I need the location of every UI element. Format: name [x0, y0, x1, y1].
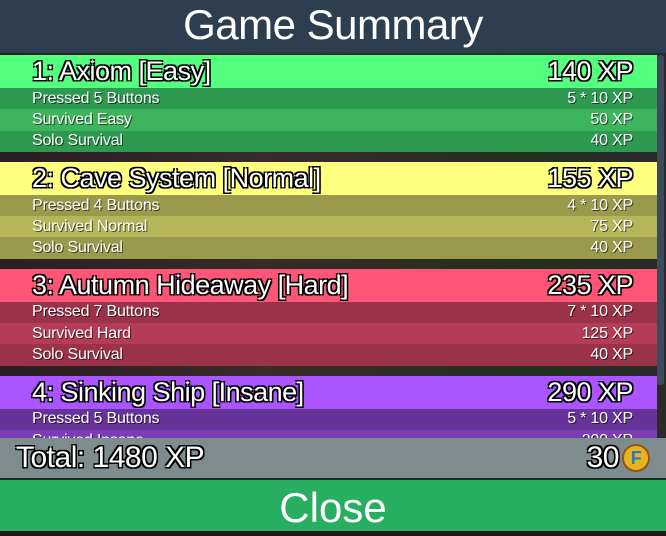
- xp-row-label: Pressed 4 Buttons: [32, 196, 160, 214]
- xp-row: Pressed 7 Buttons 7 * 10 XP: [0, 301, 657, 324]
- xp-row-value: 125 XP: [581, 324, 633, 342]
- xp-row: Pressed 5 Buttons 5 * 10 XP: [0, 408, 657, 430]
- xp-row: Pressed 4 Buttons 4 * 10 XP: [0, 194, 657, 217]
- xp-row: Survived Hard 125 XP: [0, 323, 657, 345]
- map-section: 2: Cave System [Normal] 155 XP Pressed 4 B…: [0, 161, 657, 259]
- xp-row-label: Solo Survival: [32, 132, 123, 150]
- xp-row-value: 50 XP: [590, 110, 633, 128]
- map-title: 2: Cave System [Normal]: [32, 162, 321, 193]
- xp-row-label: Survived Normal: [32, 217, 148, 235]
- map-header: 1: Axiom [Easy] 140 XP: [0, 55, 657, 88]
- xp-row-label: Pressed 5 Buttons: [32, 410, 160, 428]
- map-xp: 140 XP: [547, 56, 633, 86]
- map-xp: 235 XP: [547, 269, 633, 300]
- xp-row-value: 7 * 10 XP: [567, 303, 633, 321]
- xp-row-label: Solo Survival: [32, 239, 123, 257]
- xp-row-value: 40 XP: [590, 239, 633, 257]
- xp-row-value: 5 * 10 XP: [567, 410, 633, 428]
- xp-row: Survived Normal 75 XP: [0, 216, 657, 238]
- map-section: 1: Axiom [Easy] 140 XP Pressed 5 Buttons 5 …: [0, 55, 657, 152]
- map-header: 2: Cave System [Normal] 155 XP: [0, 161, 657, 195]
- close-button[interactable]: Close: [0, 478, 666, 531]
- xp-row: Survived Easy 50 XP: [0, 109, 657, 131]
- xp-row-value: 4 * 10 XP: [567, 196, 633, 214]
- xp-row-label: Solo Survival: [32, 346, 123, 364]
- total-xp: Total: 1480 XP: [16, 441, 205, 474]
- xp-row: Survived Insane200 XP: [0, 429, 657, 438]
- xp-row-label: Survived Hard: [32, 324, 131, 342]
- map-section: 3: Autumn Hideaway [Hard] 235 XP Pressed 7…: [0, 268, 657, 366]
- xp-row: Solo Survival 40 XP: [0, 344, 657, 366]
- xp-row: Solo Survival 40 XP: [0, 130, 657, 152]
- total-bar: Total: 1480 XP 30 F: [0, 438, 666, 478]
- summary-scroll-list[interactable]: 1: Axiom [Easy] 140 XP Pressed 5 Buttons 5 …: [0, 53, 666, 438]
- map-xp: 290 XP: [547, 376, 633, 407]
- xp-row-value: 75 XP: [590, 217, 633, 235]
- xp-row-label: Pressed 7 Buttons: [32, 303, 160, 321]
- xp-row-value: 5 * 10 XP: [567, 89, 633, 107]
- xp-row: Pressed 5 Buttons 5 * 10 XP: [0, 88, 657, 110]
- map-section: 4: Sinking Ship [Insane] 290 XP Pressed 5 …: [0, 375, 657, 438]
- map-title: 1: Axiom [Easy]: [32, 56, 211, 86]
- map-header: 4: Sinking Ship [Insane] 290 XP: [0, 375, 657, 409]
- f-coin-icon: F: [622, 444, 650, 472]
- scrollbar[interactable]: [657, 55, 664, 385]
- xp-row-label: Pressed 5 Buttons: [32, 89, 160, 107]
- xp-row-value: 40 XP: [590, 346, 633, 364]
- map-title: 4: Sinking Ship [Insane]: [32, 376, 304, 407]
- coin-count: 30: [586, 441, 620, 474]
- map-title: 3: Autumn Hideaway [Hard]: [32, 269, 349, 300]
- xp-row: Solo Survival 40 XP: [0, 237, 657, 259]
- xp-row-value: 40 XP: [590, 132, 633, 150]
- page-title: Game Summary: [0, 0, 666, 53]
- coin-reward: 30 F: [587, 441, 650, 475]
- map-header: 3: Autumn Hideaway [Hard] 235 XP: [0, 268, 657, 302]
- xp-row-label: Survived Easy: [32, 110, 132, 128]
- map-xp: 155 XP: [547, 162, 633, 193]
